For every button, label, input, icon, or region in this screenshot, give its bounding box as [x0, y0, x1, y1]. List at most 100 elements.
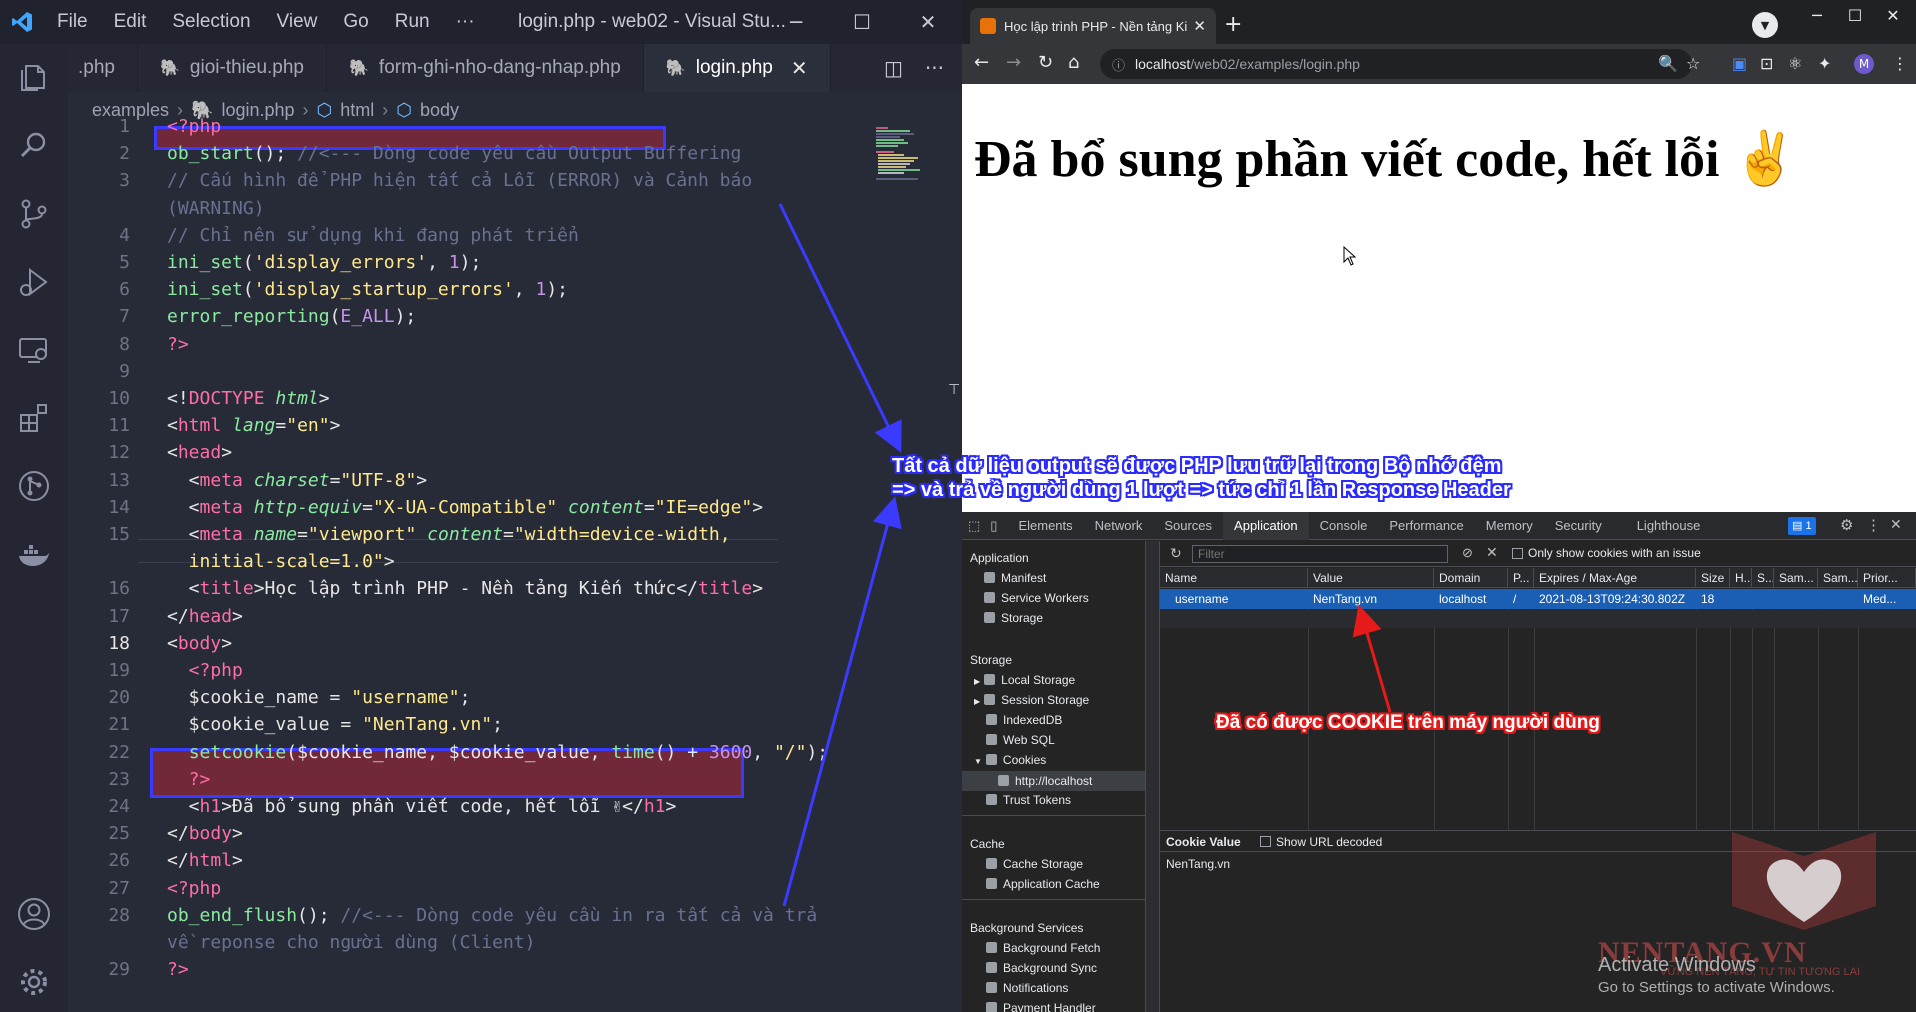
code-line[interactable]: 28 ob_end_flush(); //<--- Dòng code yêu c… [68, 902, 868, 929]
remote-explorer-icon[interactable] [16, 332, 52, 368]
more-actions-icon[interactable]: ··· [925, 56, 944, 80]
issues-badge[interactable]: ▤ 1 [1788, 517, 1816, 535]
minimize-icon[interactable]: ─ [768, 0, 824, 44]
minimap[interactable] [874, 126, 934, 186]
sidebar-storage[interactable]: Storage [984, 611, 1043, 625]
code-line[interactable]: (WARNING) [68, 195, 868, 222]
back-arrow-icon[interactable]: ← [974, 52, 989, 73]
column-header[interactable]: Prior... [1858, 568, 1916, 588]
maximize-icon[interactable]: ☐ [834, 0, 890, 44]
code-line[interactable]: 20 $cookie_name = "username"; [68, 684, 868, 711]
account-icon[interactable] [16, 896, 52, 932]
tab-console[interactable]: Console [1309, 512, 1379, 540]
code-line[interactable]: 18 <body> [68, 630, 868, 657]
sidebar-service-workers[interactable]: Service Workers [984, 591, 1089, 605]
source-control-icon[interactable] [16, 196, 52, 232]
code-line[interactable]: 9 [68, 358, 868, 385]
info-icon[interactable]: ⓘ [1112, 55, 1125, 74]
tab-previous-php[interactable]: .php [68, 44, 138, 92]
column-header[interactable]: Name [1160, 568, 1308, 588]
clear-filtered-icon[interactable]: ⊘ [1462, 545, 1473, 561]
code-line[interactable]: 23 ?> [68, 766, 868, 793]
menu-more[interactable]: ··· [443, 11, 488, 33]
tab-close-icon[interactable]: ✕ [1193, 17, 1206, 35]
show-url-decoded-checkbox[interactable] [1260, 836, 1271, 847]
tab-close-icon[interactable]: ✕ [791, 56, 808, 81]
reload-icon[interactable]: ↻ [1038, 52, 1053, 73]
extensions-puzzle-icon[interactable]: ✦ [1818, 54, 1831, 73]
bookmark-star-icon[interactable]: ☆ [1686, 54, 1700, 73]
column-header[interactable]: Sam... [1774, 568, 1818, 588]
settings-gear-icon[interactable] [16, 964, 52, 1000]
menu-file[interactable]: File [44, 11, 101, 33]
code-line[interactable]: 13 <meta charset="UTF-8"> [68, 467, 868, 494]
home-icon[interactable]: ⌂ [1068, 52, 1079, 73]
menu-view[interactable]: View [264, 11, 331, 33]
code-line[interactable]: 6 ini_set('display_startup_errors', 1); [68, 276, 868, 303]
tab-security[interactable]: Security [1544, 512, 1613, 540]
tab-network[interactable]: Network [1084, 512, 1154, 540]
column-header[interactable]: P... [1508, 568, 1534, 588]
tab-performance[interactable]: Performance [1378, 512, 1474, 540]
extensions-icon[interactable] [16, 400, 52, 436]
sidebar-payment-handler[interactable]: Payment Handler [986, 1001, 1096, 1012]
tab-login[interactable]: 🐘 login.php ✕ [643, 44, 831, 92]
column-header[interactable]: Sam... [1818, 568, 1858, 588]
menu-run[interactable]: Run [382, 11, 443, 33]
code-line[interactable]: 15 <meta name="viewport" content="width=… [68, 521, 868, 548]
tab-application[interactable]: Application [1223, 511, 1309, 540]
tab-sources[interactable]: Sources [1153, 512, 1223, 540]
code-line[interactable]: 10 <!DOCTYPE html> [68, 385, 868, 412]
sidebar-cache-storage[interactable]: Cache Storage [986, 857, 1083, 871]
code-line[interactable]: 4 // Chỉ nên sử dụng khi đang phát triển [68, 222, 868, 249]
sidebar-manifest[interactable]: Manifest [984, 571, 1046, 585]
sidebar-session-storage[interactable]: ▶ Session Storage [974, 693, 1089, 707]
browser-tab[interactable]: Học lập trình PHP - Nền tảng Kiế ✕ [970, 8, 1216, 44]
sidebar-background-fetch[interactable]: Background Fetch [986, 941, 1100, 955]
tab-form-ghi-nho[interactable]: 🐘 form-ghi-nho-dang-nhap.php [327, 44, 644, 92]
address-bar[interactable]: ⓘ localhost/web02/examples/login.php [1100, 49, 1692, 79]
sidebar-resizer[interactable] [1146, 541, 1160, 1012]
code-line[interactable]: 3 // Cấu hình để PHP hiện tất cả Lỗi (ERR… [68, 167, 868, 194]
delete-selected-icon[interactable]: ✕ [1486, 544, 1498, 561]
extension-react-icon[interactable]: ⚛ [1788, 54, 1802, 73]
code-line[interactable]: 11 <html lang="en"> [68, 412, 868, 439]
sidebar-cookie-localhost[interactable]: http://localhost [962, 771, 1145, 791]
translate-icon[interactable]: ▣ [1732, 54, 1747, 73]
extension-screen-icon[interactable]: ⊡ [1760, 54, 1773, 73]
profile-avatar[interactable]: M [1854, 54, 1874, 74]
column-header[interactable]: Expires / Max-Age [1534, 568, 1696, 588]
cookie-filter-input[interactable] [1192, 545, 1448, 563]
code-line[interactable]: 16 <title>Học lập trình PHP - Nền tảng K… [68, 575, 868, 602]
column-header[interactable]: Size [1696, 568, 1730, 588]
sidebar-cookies[interactable]: ▼ Cookies [974, 753, 1046, 767]
code-line[interactable]: 12 <head> [68, 439, 868, 466]
git-graph-icon[interactable] [16, 468, 52, 504]
close-icon[interactable]: ✕ [900, 0, 956, 44]
code-line[interactable]: 24 <h1>Đã bổ sung phần viết code, hết lỗ… [68, 793, 868, 820]
code-line[interactable]: initial-scale=1.0"> [68, 548, 868, 575]
column-header[interactable]: H... [1730, 568, 1752, 588]
sidebar-trust-tokens[interactable]: Trust Tokens [986, 793, 1071, 807]
refresh-icon[interactable]: ↻ [1170, 545, 1182, 562]
code-line[interactable]: 5 ini_set('display_errors', 1); [68, 249, 868, 276]
split-editor-icon[interactable]: ◫ [884, 56, 903, 80]
docker-icon[interactable] [16, 538, 52, 574]
code-line[interactable]: 14 <meta http-equiv="X-UA-Compatible" co… [68, 494, 868, 521]
code-line[interactable]: 26 </html> [68, 847, 868, 874]
close-icon[interactable]: ✕ [1870, 0, 1916, 30]
menu-edit[interactable]: Edit [101, 11, 160, 33]
search-icon[interactable] [16, 128, 52, 164]
code-line[interactable]: 7 error_reporting(E_ALL); [68, 303, 868, 330]
sidebar-indexeddb[interactable]: IndexedDB [986, 713, 1062, 727]
code-line[interactable]: 29 ?> [68, 956, 868, 983]
chrome-menu-icon[interactable]: ⋮ [1892, 54, 1908, 73]
code-line[interactable]: 1 <?php [68, 113, 868, 140]
tab-memory[interactable]: Memory [1475, 512, 1544, 540]
sidebar-application-cache[interactable]: Application Cache [986, 877, 1100, 891]
code-line[interactable]: 2 ob_start(); //<--- Dòng code yêu cầu Ou… [68, 140, 868, 167]
code-editor[interactable]: 1 <?php 2 ob_start(); //<--- Dòng code yêu … [68, 116, 962, 1012]
only-issue-checkbox[interactable] [1512, 548, 1523, 559]
column-header[interactable]: S... [1752, 568, 1774, 588]
tab-elements[interactable]: Elements [1007, 512, 1083, 540]
